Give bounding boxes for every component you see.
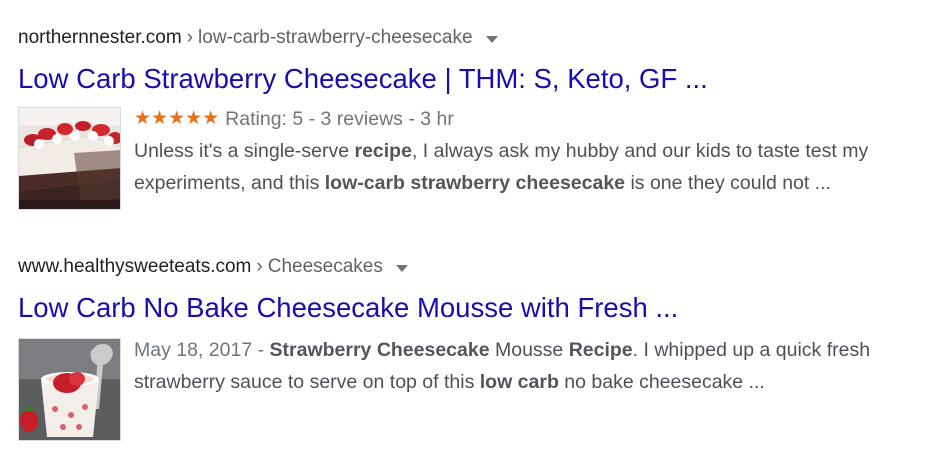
result-date: May 18, 2017	[134, 339, 253, 361]
snippet-text: no bake cheesecake ...	[558, 371, 765, 393]
result-body: May 18, 2017 - Strawberry Cheesecake Mou…	[18, 334, 918, 441]
snippet-line: experiments, and this low-carb strawberr…	[134, 167, 904, 199]
result-title-link[interactable]: Low Carb No Bake Cheesecake Mousse with …	[18, 291, 918, 325]
result-title-link[interactable]: Low Carb Strawberry Cheesecake | THM: S,…	[18, 62, 918, 96]
snippet-text: Mousse	[489, 339, 569, 361]
result-menu-caret-icon[interactable]	[485, 35, 498, 43]
snippet-text: Unless it's a single-serve	[134, 140, 355, 162]
rating-stars-icon: ★★★★★	[134, 108, 220, 129]
result-path[interactable]: low-carb-strawberry-cheesecake	[198, 24, 473, 52]
cheesecake-mousse-cup-photo-icon	[19, 339, 120, 440]
snippet-highlight: Recipe	[568, 339, 633, 361]
strawberry-cheesecake-photo-icon	[19, 108, 120, 209]
snippet-text: experiments, and this	[134, 172, 325, 194]
snippet-text: is one they could not ...	[625, 172, 831, 194]
result-thumbnail[interactable]	[18, 338, 121, 441]
snippet-text: , I always ask my hubby and our kids to …	[411, 140, 869, 162]
breadcrumb-separator: ›	[256, 256, 263, 277]
snippet-highlight: recipe	[354, 140, 412, 162]
result-domain[interactable]: www.healthysweeteats.com	[18, 253, 251, 281]
result-snippet: ★★★★★ Rating: 5 - 3 reviews - 3 hr Unles…	[134, 103, 904, 210]
result-body: ★★★★★ Rating: 5 - 3 reviews - 3 hr Unles…	[18, 103, 918, 210]
snippet-text: . I whipped up a quick fresh	[632, 339, 871, 361]
result-thumbnail[interactable]	[18, 107, 121, 210]
result-menu-caret-icon[interactable]	[395, 264, 408, 272]
snippet-line: May 18, 2017 - Strawberry Cheesecake Mou…	[134, 334, 904, 366]
snippet-line: Unless it's a single-serve recipe, I alw…	[134, 135, 904, 167]
snippet-line: strawberry sauce to serve on top of this…	[134, 366, 904, 398]
breadcrumb-separator: ›	[186, 27, 194, 48]
snippet-highlight: Strawberry Cheesecake	[269, 339, 490, 361]
result-path[interactable]: Cheesecakes	[268, 253, 383, 281]
search-result-2: www.healthysweeteats.com › Cheesecakes L…	[18, 253, 918, 441]
rating-row: ★★★★★ Rating: 5 - 3 reviews - 3 hr	[134, 103, 904, 135]
result-domain[interactable]: northernnester.com	[18, 24, 182, 52]
result-citation: northernnester.com › low-carb-strawberry…	[18, 24, 918, 52]
snippet-text: strawberry sauce to serve on top of this	[134, 371, 480, 393]
result-citation: www.healthysweeteats.com › Cheesecakes	[18, 253, 918, 281]
date-separator: -	[252, 339, 270, 361]
search-result-1: northernnester.com › low-carb-strawberry…	[18, 24, 918, 210]
result-snippet: May 18, 2017 - Strawberry Cheesecake Mou…	[134, 334, 904, 441]
snippet-highlight: low carb	[479, 371, 559, 393]
rating-text: Rating: 5 - 3 reviews - 3 hr	[225, 108, 454, 130]
snippet-highlight: low-carb strawberry cheesecake	[324, 172, 626, 194]
